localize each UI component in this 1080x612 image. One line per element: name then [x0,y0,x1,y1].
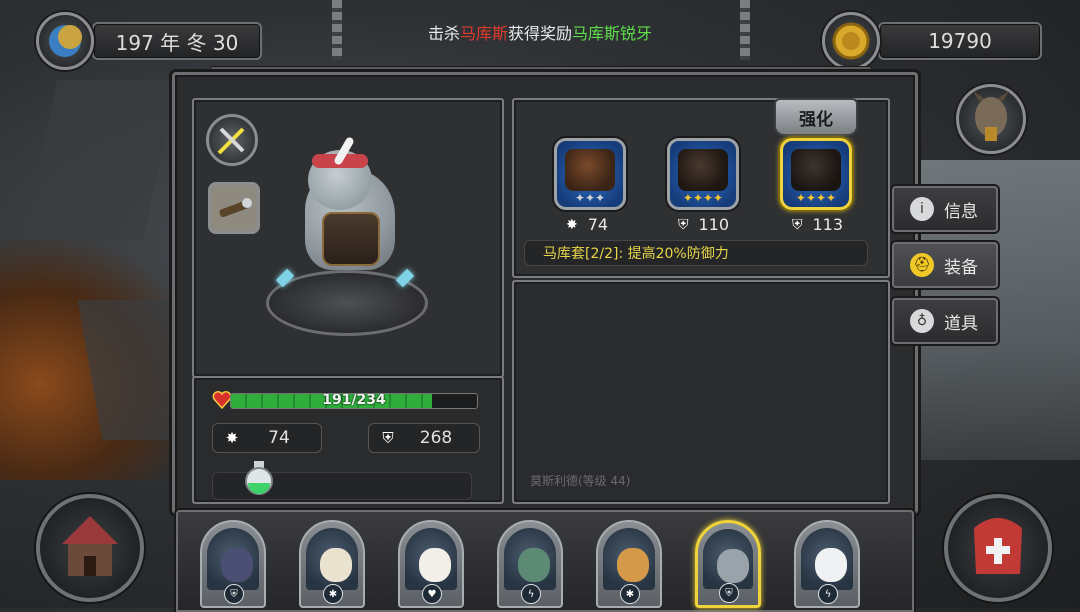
item-hint-text: 莫斯利德(等级 44) [530,474,631,488]
kill-enemy-name: 马库斯 [459,24,508,43]
elephant-face [717,549,749,583]
season-moon-icon[interactable] [36,12,94,70]
defense-value: 268 [419,428,453,448]
polar-bear-face [815,548,847,582]
kill-middle-text: 获得奖励 [508,24,573,43]
equip-slot-weapon[interactable]: ✦✦✦ [554,138,626,210]
tab-equipment[interactable]: ⛑ 装备 [892,242,998,288]
defense-icon: ⛨ [678,216,689,233]
helmet-icon: ⛑ [910,253,934,277]
hero-card-crocodile[interactable]: ϟ [497,520,563,608]
potion-icon: ♁ [910,309,934,333]
attack-stat: ✸ 74 [212,423,322,453]
heart-class-icon: ♥ [422,584,442,604]
attack-icon: ✸ [225,429,239,447]
armor-star-rating: ✦✦✦✦ [682,191,724,205]
tab-items-label: 道具 [944,313,978,334]
armor-stat: ⛨ 110 [678,215,729,234]
kill-reward-name: 马库斯锐牙 [572,24,653,43]
hero-card-sheep[interactable]: ♥ [398,520,464,608]
armor-item-icon [678,149,728,191]
tab-items[interactable]: ♁ 道具 [892,298,998,344]
gold-display: 19790 [878,22,1042,60]
crocodile-face [518,548,550,582]
rock-background [22,80,178,240]
gold-amount: 19790 [928,29,992,53]
giraffe-face [617,548,649,582]
attack-value: 74 [268,428,290,448]
skill-crossed-swords-icon[interactable] [206,114,258,166]
gold-coin-icon [822,12,880,70]
paw-class-icon: ✱ [620,584,640,604]
chain-decoration [740,0,750,60]
house-building-button[interactable] [36,494,144,602]
hero-portrait [207,528,259,590]
hero-portrait [703,529,753,589]
hero-armor [322,212,380,266]
defense-icon: ⛨ [382,429,394,447]
weapon-stat: ✸ 74 [566,215,608,234]
helmet-star-rating: ✦✦✦✦ [795,191,837,205]
defense-icon: ⛨ [792,216,803,233]
green-potion-icon[interactable] [240,458,278,496]
hp-text: 191/234 [322,393,386,408]
tab-equipment-label: 装备 [944,257,978,278]
info-icon: i [910,197,934,221]
helmet-stat-value: 113 [812,215,844,234]
hero-portrait [504,528,556,590]
enhance-label: 强化 [799,109,833,130]
weapon-stat-value: 74 [587,215,609,234]
defense-stat: ⛨ 268 [368,423,480,453]
enhance-button[interactable]: 强化 [774,98,858,136]
armor-stat-value: 110 [698,215,730,234]
set-bonus-text: 马库套[2/2]: 提高20%防御力 [524,240,868,266]
sheep-face [419,548,451,582]
bolt-class-icon: ϟ [521,584,541,604]
hero-portrait [306,528,358,590]
hero-portrait [801,528,853,590]
shield-class-icon: ⛨ [224,584,244,604]
hero-portrait [603,528,655,590]
tab-info-label: 信息 [944,201,978,222]
helmet-stat: ⛨ 113 [792,215,843,234]
kill-reward-message: 击杀马库斯获得奖励马库斯锐牙 [360,20,720,44]
paw-class-icon: ✱ [323,584,343,604]
boar-face [221,548,253,582]
weapon-item-icon [565,149,615,191]
weapon-star-rating: ✦✦✦ [574,191,606,205]
tab-info[interactable]: i 信息 [892,186,998,232]
chain-decoration [332,0,342,60]
kill-prefix: 击杀 [427,24,460,43]
eagle-face [320,548,352,582]
bolt-class-icon: ϟ [818,584,838,604]
hero-portrait [405,528,457,590]
attack-icon: ✸ [566,216,578,233]
item-description-panel [512,280,890,504]
hp-bar: 191/234 [230,393,478,409]
equip-slot-helmet[interactable]: ✦✦✦✦ [780,138,852,210]
shield-class-icon: ⛨ [719,583,739,603]
equip-slot-armor[interactable]: ✦✦✦✦ [667,138,739,210]
telescope-map-icon[interactable] [208,182,260,234]
hero-card-elephant[interactable]: ⛨ [695,520,761,608]
hero-card-eagle[interactable]: ✱ [299,520,365,608]
date-display: 197 年 冬 30 [92,22,262,60]
date-text: 197 年 冬 30 [115,30,239,55]
knight-helmet-button[interactable] [944,494,1052,602]
hero-card-giraffe[interactable]: ✱ [596,520,662,608]
boss-portrait-icon[interactable] [956,84,1026,154]
hero-card-boar[interactable]: ⛨ [200,520,266,608]
heart-icon [212,390,232,410]
helmet-item-icon [791,149,841,191]
hero-card-polar-bear[interactable]: ϟ [794,520,860,608]
